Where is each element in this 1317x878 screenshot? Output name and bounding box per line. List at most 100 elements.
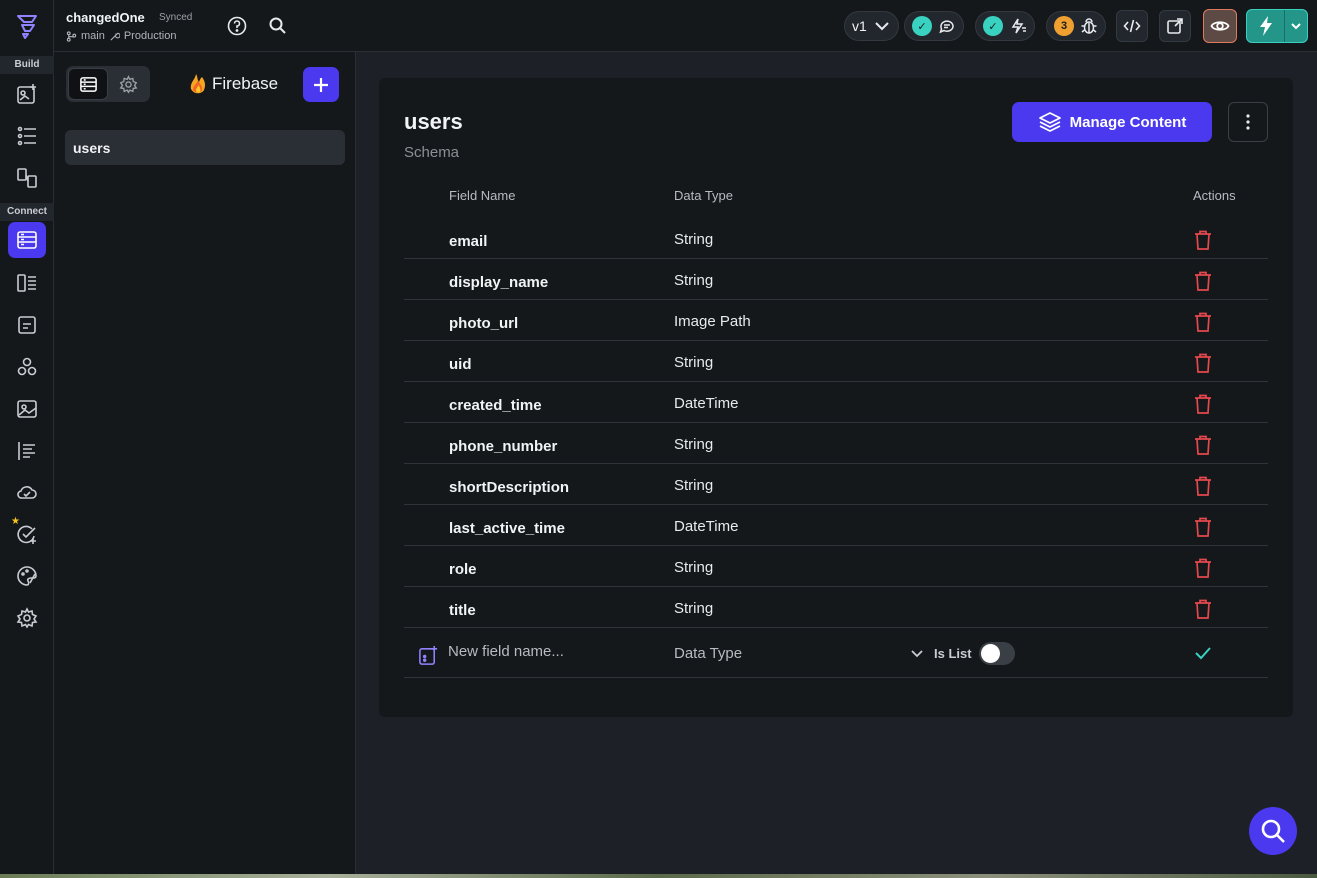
left-nav-rail: Build Connect ★ (0, 0, 54, 878)
delete-field-button[interactable] (1193, 598, 1213, 620)
pages-link-icon (17, 168, 37, 188)
branch-info[interactable]: main Production (66, 30, 176, 42)
field-data-type: String (674, 477, 714, 494)
field-name: created_time (449, 397, 542, 414)
table-row[interactable]: phone_number String (404, 423, 1268, 464)
branch-icon (66, 30, 77, 42)
new-field-name-input[interactable] (448, 643, 648, 660)
actions-header: Actions (1193, 188, 1236, 203)
delete-field-button[interactable] (1193, 475, 1213, 497)
is-list-toggle[interactable] (979, 642, 1015, 665)
collection-title: users (404, 109, 463, 134)
custom-code-button[interactable] (8, 433, 46, 469)
widget-palette-button[interactable] (8, 76, 46, 112)
new-field-row: Data Type Is List (404, 629, 1268, 678)
table-row[interactable]: last_active_time DateTime (404, 505, 1268, 546)
widget-tree-button[interactable] (8, 118, 46, 154)
delete-field-button[interactable] (1193, 352, 1213, 374)
trash-icon (1195, 312, 1211, 332)
manage-content-button[interactable]: Manage Content (1012, 102, 1212, 142)
image-icon (17, 400, 37, 418)
trash-icon (1195, 435, 1211, 455)
add-widget-icon (17, 84, 36, 104)
issues-status[interactable]: 3 (1046, 11, 1106, 41)
chevron-down-icon (1291, 23, 1301, 30)
success-check-icon: ✓ (912, 16, 932, 36)
api-calls-button[interactable] (8, 349, 46, 385)
preview-button[interactable] (1203, 9, 1237, 43)
delete-field-button[interactable] (1193, 434, 1213, 456)
run-button[interactable] (1246, 9, 1308, 43)
delete-field-button[interactable] (1193, 311, 1213, 333)
schema-subtitle: Schema (404, 144, 460, 161)
test-mode-button[interactable] (1247, 10, 1285, 42)
help-search-button[interactable] (1249, 807, 1297, 855)
table-row[interactable]: shortDescription String (404, 464, 1268, 505)
build-section-label: Build (14, 59, 40, 70)
collections-tab[interactable] (68, 68, 108, 100)
is-list-label: Is List (934, 646, 972, 661)
schema-card: users Schema Manage Content Field Name D… (379, 78, 1293, 717)
table-row[interactable]: email String (404, 218, 1268, 259)
actions-status[interactable]: ✓ (975, 11, 1035, 41)
database-icon (17, 231, 37, 249)
settings-button[interactable] (8, 600, 46, 636)
chevron-down-icon (875, 22, 889, 31)
tests-button[interactable] (8, 516, 46, 552)
cloud-functions-button[interactable] (8, 474, 46, 510)
storyboard-button[interactable] (8, 160, 46, 196)
comments-status[interactable]: ✓ (904, 11, 964, 41)
trash-icon (1195, 599, 1211, 619)
table-row[interactable]: display_name String (404, 259, 1268, 300)
environment-name: Production (123, 30, 177, 42)
view-code-button[interactable] (1116, 10, 1148, 42)
run-options-dropdown[interactable] (1285, 10, 1307, 42)
firestore-settings-tab[interactable] (108, 68, 148, 100)
chat-bubbles-icon (939, 20, 954, 34)
firestore-button[interactable] (8, 222, 46, 258)
delete-field-button[interactable] (1193, 229, 1213, 251)
delete-field-button[interactable] (1193, 393, 1213, 415)
folder-icon (18, 316, 36, 334)
add-collection-button[interactable] (303, 67, 339, 102)
help-icon[interactable] (227, 16, 247, 36)
firebase-brand: Firebase (188, 72, 278, 96)
desktop-background-strip (0, 874, 1317, 878)
gear-icon (119, 74, 137, 94)
field-data-type: String (674, 272, 714, 289)
list-tree-icon (17, 126, 36, 146)
project-name[interactable]: changedOne (66, 10, 145, 25)
panel-view-toggle (66, 66, 150, 102)
field-name-header: Field Name (449, 188, 516, 203)
data-types-button[interactable] (8, 265, 46, 301)
more-options-button[interactable] (1228, 102, 1268, 142)
palette-icon (17, 566, 37, 586)
field-name: photo_url (449, 315, 519, 332)
lightning-icon (1259, 16, 1272, 36)
table-row[interactable]: uid String (404, 341, 1268, 382)
version-selector[interactable]: v1 (844, 11, 899, 41)
app-state-button[interactable] (8, 307, 46, 343)
delete-field-button[interactable] (1193, 270, 1213, 292)
field-name: phone_number (449, 438, 558, 455)
delete-field-button[interactable] (1193, 557, 1213, 579)
open-external-button[interactable] (1159, 10, 1191, 42)
gear-icon (16, 607, 38, 629)
data-type-select[interactable]: Data Type (674, 640, 924, 666)
field-data-type: DateTime (674, 518, 739, 535)
field-name: last_active_time (449, 520, 565, 537)
wrench-icon (110, 32, 120, 41)
table-row[interactable]: created_time DateTime (404, 382, 1268, 423)
theme-button[interactable] (8, 558, 46, 594)
delete-field-button[interactable] (1193, 516, 1213, 538)
field-name: display_name (449, 274, 549, 291)
flutterflow-logo-icon[interactable] (14, 12, 40, 40)
search-icon[interactable] (268, 16, 288, 36)
media-assets-button[interactable] (8, 391, 46, 427)
collection-item-users[interactable]: users (65, 130, 345, 165)
table-row[interactable]: role String (404, 546, 1268, 587)
confirm-check-icon[interactable] (1193, 643, 1213, 663)
table-row[interactable]: title String (404, 587, 1268, 628)
table-row[interactable]: photo_url Image Path (404, 300, 1268, 341)
trash-icon (1195, 394, 1211, 414)
